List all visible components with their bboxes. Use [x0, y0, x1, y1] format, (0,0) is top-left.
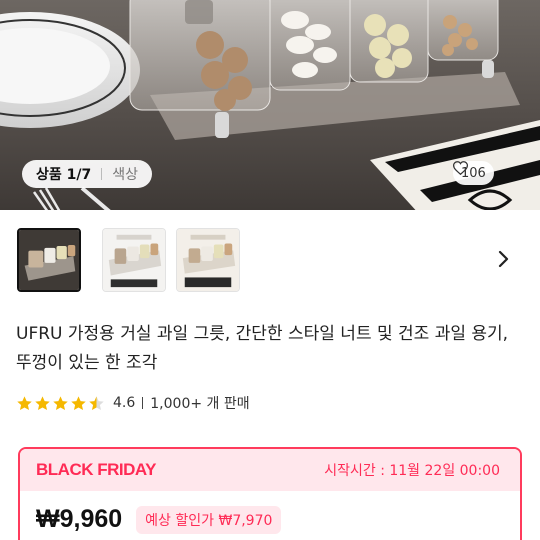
thumbnail-1-image [19, 230, 79, 290]
product-hero-image[interactable]: 상품 1/7 색상 106 [0, 0, 540, 210]
sales-count: 1,000+ 개 판매 [150, 396, 250, 412]
star-half-icon [89, 395, 104, 410]
like-button[interactable]: 106 [453, 161, 494, 185]
price-row: ₩9,960 예상 할인가 ₩7,970 [36, 505, 282, 534]
thumbnail-3-image [177, 229, 239, 291]
star-icon [17, 395, 32, 410]
star-rating [16, 395, 105, 412]
expected-discount-badge: 예상 할인가 ₩7,970 [136, 505, 282, 534]
product-title: UFRU 가정용 거실 과일 그릇, 간단한 스타일 너트 및 건조 과일 용기… [16, 324, 509, 373]
thumbnail-2[interactable] [102, 228, 166, 292]
tab-product-images[interactable]: 상품 1/7 [36, 164, 91, 184]
thumbnail-3[interactable] [176, 228, 240, 292]
star-icon [35, 395, 50, 410]
rating-divider [142, 397, 144, 409]
image-tab-group: 상품 1/7 색상 [22, 160, 152, 188]
thumbnail-2-image [103, 229, 165, 291]
rating-row[interactable]: 4.6 1,000+ 개 판매 [16, 392, 250, 414]
tab-divider [101, 168, 103, 180]
star-icon [71, 395, 86, 410]
heart-outline-icon [453, 161, 468, 175]
star-icon [53, 395, 68, 410]
black-friday-label: BLACK FRIDAY [36, 460, 156, 479]
promo-card: BLACK FRIDAY 시작시간 : 11월 22일 00:00 ₩9,960… [18, 447, 522, 540]
promo-header: BLACK FRIDAY 시작시간 : 11월 22일 00:00 [20, 449, 520, 491]
rating-score: 4.6 [113, 395, 136, 411]
chevron-right-icon[interactable] [494, 248, 514, 270]
promo-start-time: 시작시간 : 11월 22일 00:00 [324, 463, 500, 479]
tab-color[interactable]: 색상 [112, 164, 138, 184]
product-price: ₩9,960 [36, 505, 123, 533]
thumbnail-1[interactable] [17, 228, 81, 292]
thumbnail-strip [0, 228, 540, 294]
